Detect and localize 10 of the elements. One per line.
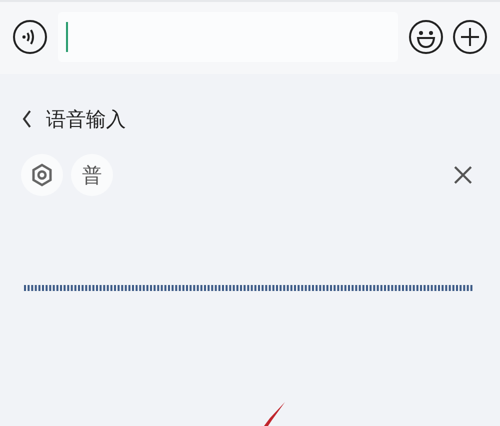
add-button[interactable] — [452, 19, 488, 55]
settings-button[interactable] — [21, 154, 63, 196]
back-icon[interactable] — [22, 110, 32, 128]
panel-title: 语音输入 — [46, 106, 126, 133]
emoji-button[interactable] — [408, 19, 444, 55]
language-button[interactable]: 普 — [71, 154, 113, 196]
message-input[interactable] — [58, 12, 398, 62]
close-icon[interactable] — [454, 166, 472, 184]
settings-icon — [31, 163, 53, 187]
voice-button[interactable] — [12, 19, 48, 55]
